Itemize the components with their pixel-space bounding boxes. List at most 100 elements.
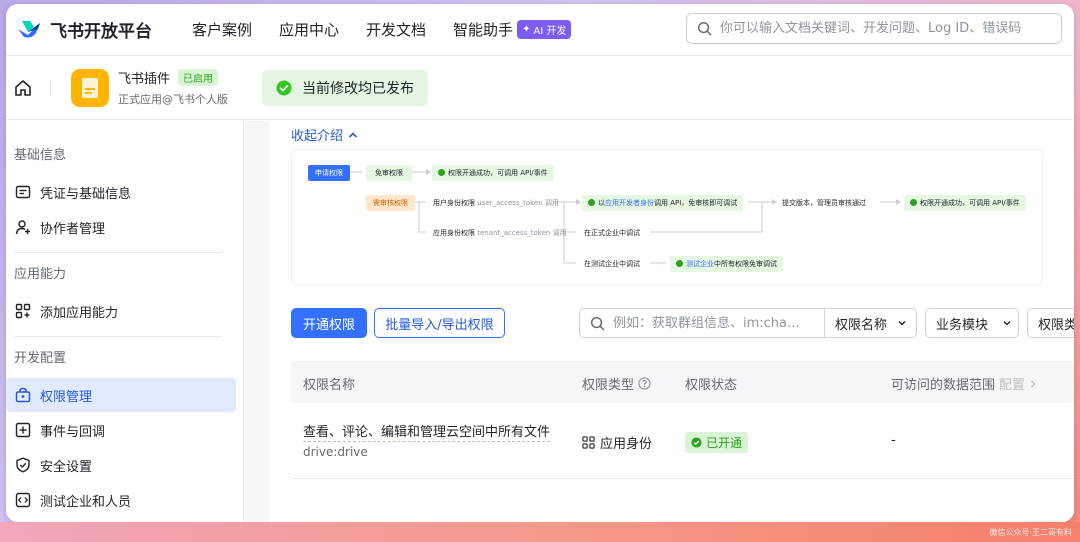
credential-icon bbox=[14, 183, 32, 201]
flow-tenant-perm: 应用身份权限 tenant_access_token 调用 bbox=[433, 229, 567, 237]
sidebar-item-add-capability[interactable]: 添加应用能力 bbox=[6, 294, 236, 328]
enable-permission-button[interactable]: 开通权限 bbox=[291, 308, 367, 338]
sidebar-group-capabilities: 应用能力 bbox=[14, 267, 67, 282]
permission-table-header: 权限名称 权限类型 权限状态 可访问的数据范围 配置 bbox=[291, 361, 1074, 403]
app-name: 飞书插件 bbox=[118, 72, 171, 87]
nav-item-assistant[interactable]: 智能助手 bbox=[453, 19, 513, 40]
check-circle-icon bbox=[691, 437, 702, 448]
sidebar-item-label: 凭证与基础信息 bbox=[40, 186, 132, 202]
header-divider bbox=[50, 79, 51, 96]
code-icon bbox=[14, 491, 32, 509]
type-filter-value: 权限类 bbox=[1038, 317, 1074, 333]
app-icon bbox=[71, 68, 109, 107]
ai-badge[interactable]: ✦ AI 开发 bbox=[517, 20, 572, 39]
collapse-intro-label: 收起介绍 bbox=[291, 129, 344, 144]
module-filter-value: 业务模块 bbox=[936, 317, 989, 333]
chevron-right-icon bbox=[1031, 380, 1036, 387]
module-filter-select[interactable]: 业务模块 bbox=[925, 308, 1019, 338]
nav-item-cases[interactable]: 客户案例 bbox=[192, 19, 252, 40]
app-grid-icon bbox=[582, 436, 595, 449]
chevron-up-icon bbox=[348, 131, 358, 138]
brand-logo[interactable]: 飞书开放平台 bbox=[16, 17, 152, 42]
search-field-value: 权限名称 bbox=[835, 317, 888, 333]
flow-test-all-free: 测试企业中所有权限免审调试 bbox=[670, 256, 783, 272]
search-field-select[interactable]: 权限名称 bbox=[824, 309, 916, 337]
global-search[interactable] bbox=[686, 13, 1062, 44]
main-area: 收起介绍 申请权限 免审权限 权限开通成功，可调用 API/事件 需审核权限 用… bbox=[245, 121, 1074, 522]
collaborator-icon bbox=[14, 218, 32, 236]
status-label: 已开通 bbox=[706, 436, 743, 450]
global-search-input[interactable] bbox=[720, 21, 1040, 36]
app-window: 飞书开放平台 客户案例 应用中心 开发文档 智能助手 ✦ AI 开发 你可以输入… bbox=[6, 4, 1074, 522]
sidebar-item-collaborators[interactable]: 协作者管理 bbox=[6, 210, 236, 244]
flow-final-result: 权限开通成功，可调用 API/事件 bbox=[904, 195, 1026, 211]
permission-code: drive:drive bbox=[303, 445, 368, 459]
sidebar: 基础信息 凭证与基础信息 协作者管理 应用能力 添加应用能力 开发配置 权限管理… bbox=[6, 121, 244, 522]
table-row[interactable]: 查看、评论、编辑和管理云空间中所有文件 drive:drive 应用身份 已开通… bbox=[291, 403, 1074, 479]
flow-test-enterprise: 在测试企业中调试 bbox=[584, 260, 640, 268]
col-header-scope: 可访问的数据范围 配置 bbox=[891, 374, 1038, 393]
home-icon bbox=[15, 79, 31, 96]
collapse-intro-link[interactable]: 收起介绍 bbox=[291, 125, 359, 144]
flow-apply-node: 申请权限 bbox=[308, 165, 350, 181]
app-header: 飞书插件 已启用 正式应用@飞书个人版 当前修改均已发布 bbox=[6, 56, 1074, 120]
sidebar-item-label: 添加应用能力 bbox=[40, 305, 119, 321]
home-button[interactable] bbox=[12, 77, 34, 99]
flow-submit-node: 提交版本，管理员审核通过 bbox=[782, 199, 866, 207]
sidebar-item-test-enterprise[interactable]: 测试企业和人员 bbox=[6, 483, 236, 517]
nav-item-docs[interactable]: 开发文档 bbox=[366, 19, 426, 40]
flow-formal-test: 在正式企业中调试 bbox=[584, 229, 640, 237]
batch-import-export-button[interactable]: 批量导入/导出权限 bbox=[374, 308, 505, 338]
col-header-status: 权限状态 bbox=[685, 378, 738, 393]
sidebar-group-basic: 基础信息 bbox=[14, 148, 67, 163]
permission-type: 应用身份 bbox=[582, 433, 652, 452]
publish-status-text: 当前修改均已发布 bbox=[302, 80, 414, 97]
ai-badge-label: AI 开发 bbox=[533, 26, 567, 37]
app-subtitle: 正式应用@飞书个人版 bbox=[118, 93, 228, 106]
permission-icon bbox=[14, 386, 32, 404]
app-info: 飞书插件 已启用 正式应用@飞书个人版 bbox=[118, 68, 228, 107]
sidebar-item-label: 测试企业和人员 bbox=[40, 494, 132, 510]
main-content: 收起介绍 申请权限 免审权限 权限开通成功，可调用 API/事件 需审核权限 用… bbox=[269, 121, 1074, 522]
permission-flow-diagram: 申请权限 免审权限 权限开通成功，可调用 API/事件 需审核权限 用户身份权限… bbox=[291, 149, 1043, 285]
sidebar-item-permissions[interactable]: 权限管理 bbox=[6, 378, 236, 412]
search-icon bbox=[590, 316, 605, 330]
data-scope-value: - bbox=[891, 433, 896, 448]
sidebar-divider bbox=[14, 252, 222, 253]
scope-config-link[interactable]: 配置 bbox=[999, 374, 1025, 393]
sidebar-item-label: 权限管理 bbox=[40, 389, 93, 405]
flow-user-perm: 用户身份权限 user_access_token 调用 bbox=[433, 199, 559, 207]
permission-type-label: 应用身份 bbox=[600, 437, 653, 452]
event-icon bbox=[14, 421, 32, 439]
flow-dev-call: 以应用开发者身份调用 API，免审核即可调试 bbox=[582, 195, 744, 211]
watermark: 微信公众号·王二哥有料 bbox=[989, 528, 1072, 537]
top-nav: 飞书开放平台 客户案例 应用中心 开发文档 智能助手 ✦ AI 开发 bbox=[6, 4, 1074, 56]
publish-status-toast: 当前修改均已发布 bbox=[262, 69, 428, 106]
capability-icon bbox=[14, 302, 32, 320]
sidebar-group-dev-config: 开发配置 bbox=[14, 351, 67, 366]
nav-item-app-center[interactable]: 应用中心 bbox=[279, 19, 339, 40]
document-icon bbox=[82, 77, 98, 98]
help-icon[interactable] bbox=[638, 377, 651, 390]
permission-search[interactable]: 权限名称 bbox=[579, 308, 917, 338]
chevron-down-icon bbox=[898, 321, 906, 326]
type-filter-select[interactable]: 权限类 bbox=[1027, 308, 1074, 338]
flow-review-node: 需审核权限 bbox=[366, 195, 415, 211]
permission-name[interactable]: 查看、评论、编辑和管理云空间中所有文件 bbox=[303, 421, 551, 442]
sidebar-divider bbox=[14, 336, 222, 337]
sidebar-item-security[interactable]: 安全设置 bbox=[6, 448, 236, 482]
sidebar-item-credentials[interactable]: 凭证与基础信息 bbox=[6, 175, 236, 209]
flow-free-result: 权限开通成功，可调用 API/事件 bbox=[432, 165, 554, 181]
permission-search-input[interactable] bbox=[613, 315, 813, 331]
shield-icon bbox=[14, 456, 32, 474]
status-badge: 已开通 bbox=[685, 432, 749, 453]
sidebar-item-events[interactable]: 事件与回调 bbox=[6, 413, 236, 447]
nav-menu: 客户案例 应用中心 开发文档 智能助手 ✦ AI 开发 bbox=[192, 19, 591, 40]
col-header-type: 权限类型 bbox=[582, 374, 651, 393]
app-status-badge: 已启用 bbox=[178, 69, 219, 86]
brand-name: 飞书开放平台 bbox=[50, 22, 152, 42]
check-circle-icon bbox=[276, 80, 292, 95]
sidebar-item-label: 事件与回调 bbox=[40, 424, 106, 440]
sidebar-item-label: 协作者管理 bbox=[40, 221, 106, 237]
sparkle-icon: ✦ bbox=[522, 24, 531, 35]
